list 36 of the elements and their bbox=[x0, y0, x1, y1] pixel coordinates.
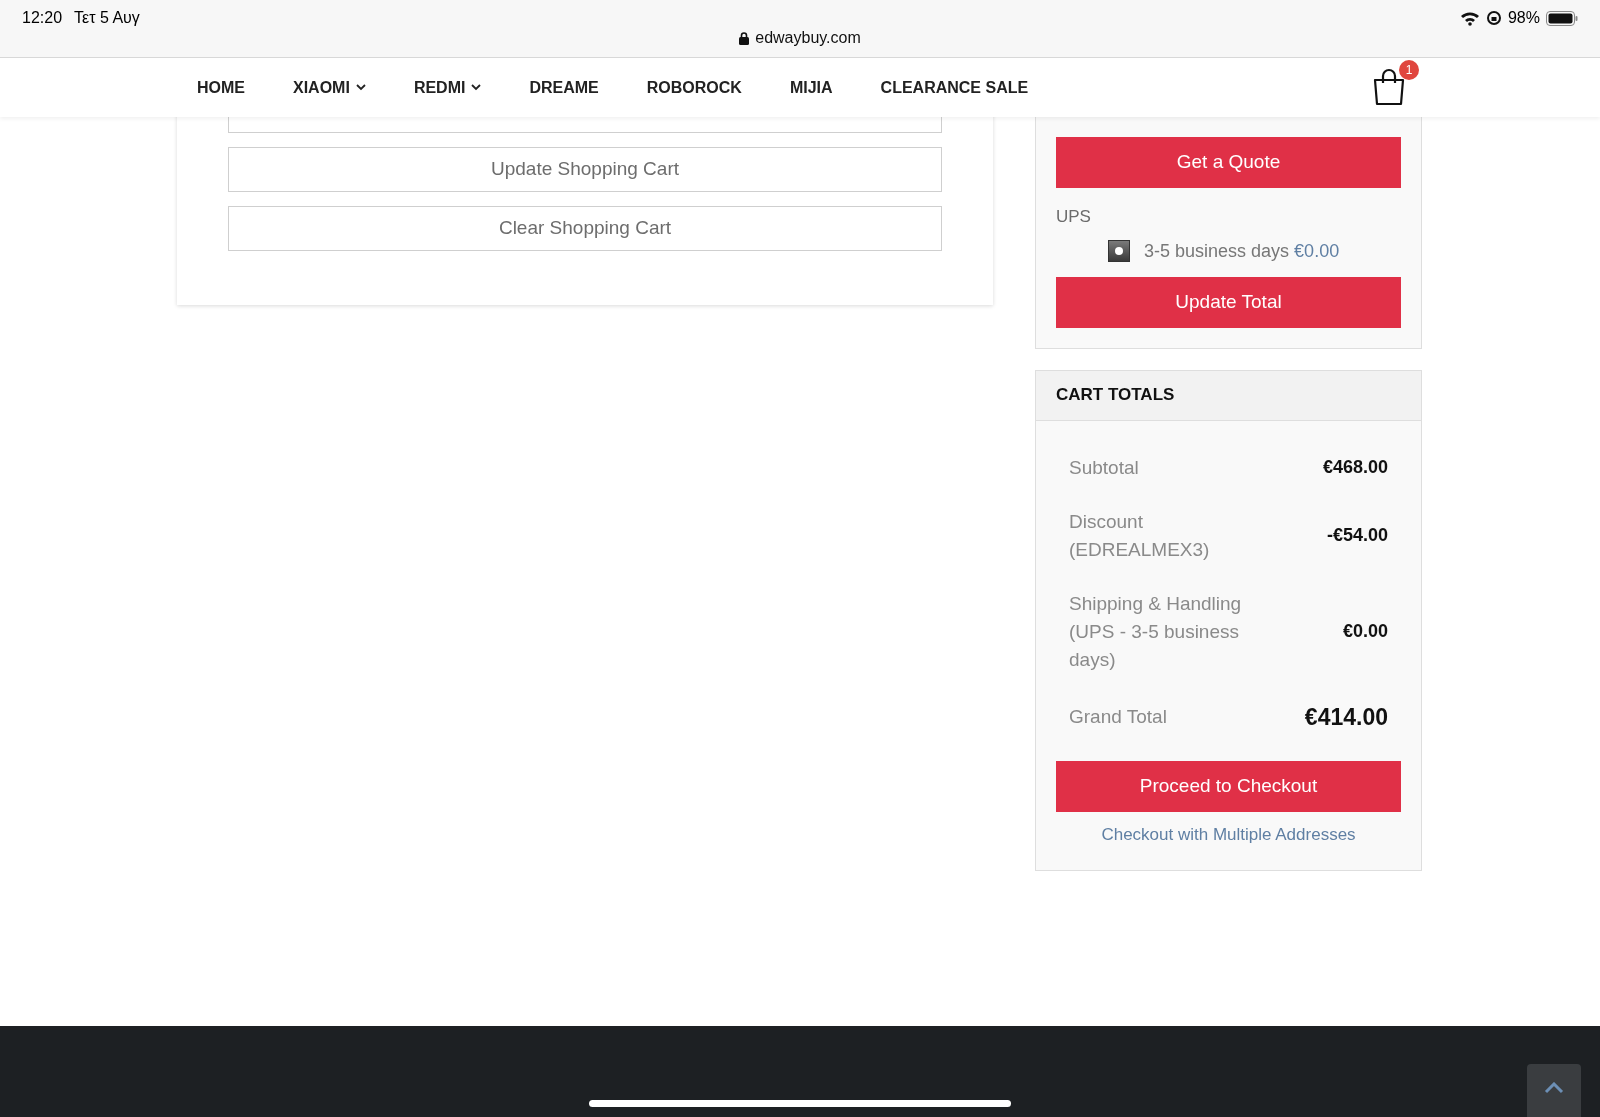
nav-link[interactable]: ROBOROCK bbox=[646, 75, 742, 100]
cart-count-badge: 1 bbox=[1399, 60, 1419, 80]
rotation-lock-icon bbox=[1485, 10, 1502, 26]
lock-icon bbox=[739, 31, 750, 45]
nav-link[interactable]: MIJIA bbox=[789, 75, 833, 100]
update-total-button[interactable]: Update Total bbox=[1056, 276, 1401, 328]
battery-icon bbox=[1546, 10, 1578, 26]
battery-percent: 98% bbox=[1507, 8, 1540, 28]
nav-link[interactable]: CLEARANCE SALE bbox=[880, 75, 1029, 100]
multiple-addresses-link[interactable]: Checkout with Multiple Addresses bbox=[1101, 822, 1356, 848]
totals-label: Subtotal bbox=[1069, 455, 1140, 480]
wifi-icon bbox=[1459, 10, 1480, 26]
carrier-label: UPS bbox=[1056, 206, 1092, 228]
shopping-bag-icon[interactable] bbox=[1372, 68, 1406, 106]
address-url[interactable]: edwaybuy.com bbox=[755, 26, 861, 50]
totals-label: Grand Total bbox=[1069, 704, 1168, 729]
totals-value: €414.00 bbox=[1304, 702, 1388, 732]
totals-label: Shipping & Handling (UPS - 3-5 business days) bbox=[1069, 591, 1243, 672]
totals-value: €0.00 bbox=[1342, 620, 1388, 643]
cart-action-button[interactable]: Update Shopping Cart bbox=[228, 147, 942, 192]
radio-button[interactable] bbox=[1108, 240, 1130, 262]
totals-value: €468.00 bbox=[1322, 456, 1388, 479]
get-quote-button[interactable]: Get a Quote bbox=[1056, 137, 1401, 188]
chevron-up-icon bbox=[1544, 1082, 1564, 1094]
totals-value: -€54.00 bbox=[1326, 524, 1388, 547]
nav-link[interactable]: DREAME bbox=[529, 75, 599, 100]
nav-link[interactable]: REDMI bbox=[413, 75, 482, 100]
status-time: 12:20 bbox=[22, 8, 63, 28]
checkout-button[interactable]: Proceed to Checkout bbox=[1056, 761, 1401, 812]
nav-link[interactable]: HOME bbox=[197, 75, 245, 100]
cart-action-button[interactable]: Clear Shopping Cart bbox=[228, 206, 942, 251]
shipping-option-label: 3-5 business days €0.00 bbox=[1144, 239, 1340, 263]
status-date: Τετ 5 Αυγ bbox=[74, 8, 140, 28]
totals-label: Discount (EDREALMEX3) bbox=[1069, 509, 1211, 562]
nav-link[interactable]: XIAOMI bbox=[293, 75, 366, 100]
cart-totals-title: CART TOTALS bbox=[1056, 384, 1175, 407]
